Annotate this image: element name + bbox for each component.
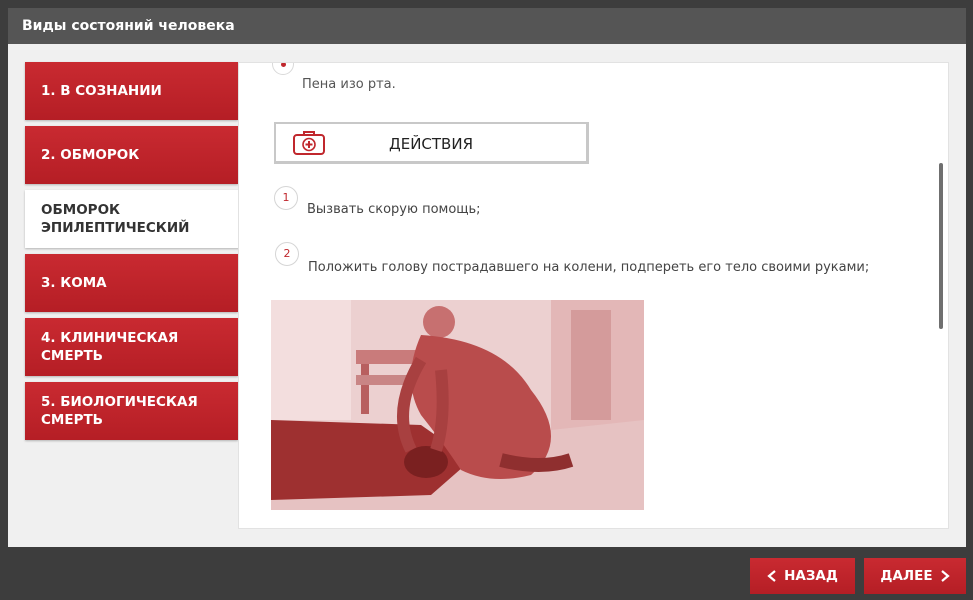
chevron-right-icon [940, 570, 950, 582]
state-tabs: 1. В СОЗНАНИИ 2. ОБМОРОК ОБМОРОК ЭПИЛЕПТ… [25, 62, 246, 446]
step-number: 1 [274, 186, 298, 210]
actions-header: ДЕЙСТВИЯ [274, 122, 589, 164]
first-aid-photo [271, 300, 644, 510]
tab-conscious[interactable]: 1. В СОЗНАНИИ [25, 62, 238, 120]
back-button-label: НАЗАД [784, 568, 838, 584]
main-panel: 1. В СОЗНАНИИ 2. ОБМОРОК ОБМОРОК ЭПИЛЕПТ… [8, 44, 966, 547]
step-text: Положить голову пострадавшего на колени,… [308, 260, 870, 275]
symptom-text: Пена изо рта. [302, 77, 396, 92]
back-button[interactable]: НАЗАД [750, 558, 855, 594]
next-button[interactable]: ДАЛЕЕ [864, 558, 966, 594]
tab-epileptic-fainting[interactable]: ОБМОРОК ЭПИЛЕПТИЧЕСКИЙ [25, 190, 246, 248]
content-area: Пена изо рта. ДЕЙСТВИЯ 1 Вызвать скорую … [238, 62, 949, 529]
scrollbar-thumb[interactable] [939, 163, 943, 329]
tab-fainting[interactable]: 2. ОБМОРОК [25, 126, 238, 184]
chevron-left-icon [767, 570, 776, 582]
window-title: Виды состояний человека [8, 8, 966, 44]
step-text: Вызвать скорую помощь; [307, 202, 481, 217]
actions-title: ДЕЙСТВИЯ [389, 135, 473, 153]
tab-biological-death[interactable]: 5. БИОЛОГИЧЕСКАЯ СМЕРТЬ [25, 382, 238, 440]
tab-coma[interactable]: 3. КОМА [25, 254, 238, 312]
tab-clinical-death[interactable]: 4. КЛИНИЧЕСКАЯ СМЕРТЬ [25, 318, 238, 376]
bullet-icon [272, 63, 294, 75]
step-number: 2 [275, 242, 299, 266]
next-button-label: ДАЛЕЕ [880, 568, 933, 584]
